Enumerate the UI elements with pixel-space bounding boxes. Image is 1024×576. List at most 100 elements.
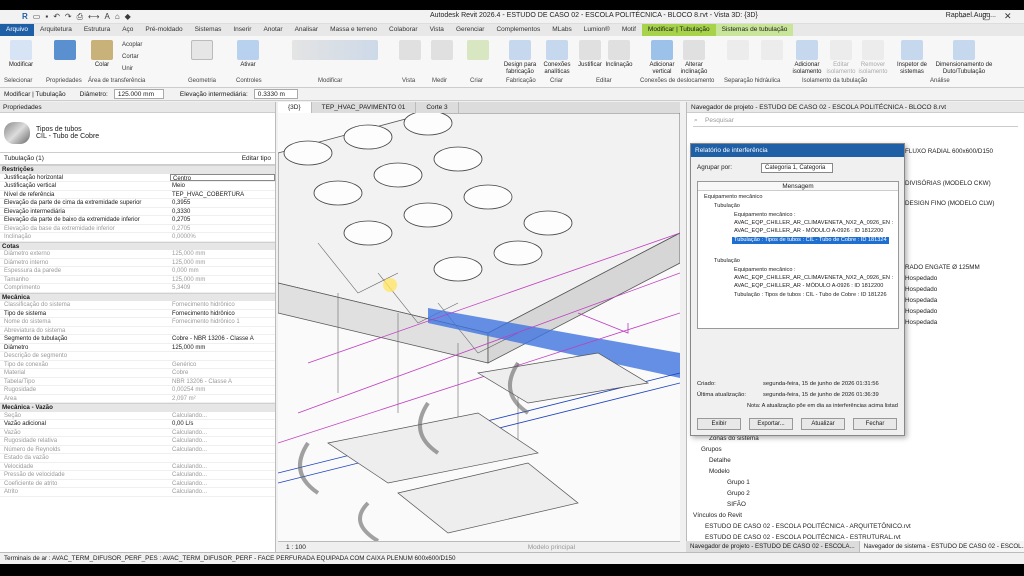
tab-architecture[interactable]: Arquitetura (34, 24, 78, 36)
property-row[interactable]: Justificação vertical Meio (0, 182, 275, 191)
tree-node[interactable]: Equipamento mecânico : (734, 212, 796, 219)
property-row[interactable]: Elevação intermediária 0,3330 (0, 208, 275, 216)
tab-annotate[interactable]: Anotar (257, 24, 288, 36)
tab-systems[interactable]: Sistemas (189, 24, 228, 36)
print-icon[interactable]: ⎙ (77, 12, 83, 22)
modify-button[interactable]: Modificar (6, 40, 36, 69)
tab-precast[interactable]: Pré-moldado (139, 24, 188, 36)
property-value[interactable]: TEP_HVAC_COBERTURA (170, 191, 275, 199)
export-button[interactable]: Exportar... (749, 418, 793, 430)
property-value[interactable]: 0,3330 (170, 208, 275, 216)
close-button[interactable]: Fechar (853, 418, 897, 430)
property-row[interactable]: Elevação da parte de baixo da extremidad… (0, 216, 275, 225)
slope-button[interactable]: Inclinação (604, 40, 634, 69)
tree-item[interactable]: Detalhe (709, 457, 731, 464)
tree-node[interactable]: Equipamento mecânico (704, 194, 762, 201)
property-value[interactable]: 0,3955 (170, 199, 275, 207)
property-section-header[interactable]: Mecânica (0, 292, 275, 301)
tree-node[interactable]: Tubulação : Tipos de tubos : CIL - Tubo … (734, 292, 887, 299)
measure-tools[interactable] (430, 40, 454, 62)
group-select[interactable]: Selecionar (4, 78, 32, 84)
text-icon[interactable]: A (104, 12, 109, 21)
redo-icon[interactable]: ↷ (65, 12, 72, 21)
property-section-header[interactable]: Cotas (0, 241, 275, 250)
tree-item[interactable]: Grupo 1 (727, 479, 750, 486)
tree-item[interactable]: Hospedado (905, 308, 937, 315)
tab-analyze[interactable]: Analisar (289, 24, 324, 36)
property-value[interactable]: Meio (170, 182, 275, 190)
tree-item[interactable]: Hospedado (905, 275, 937, 282)
edit-type-button[interactable]: Editar tipo (242, 155, 271, 162)
paste-button[interactable]: Colar (90, 40, 114, 69)
property-value[interactable]: Fornecimento hidrônico (170, 310, 275, 318)
minimize-icon[interactable]: – (960, 11, 965, 21)
tree-node[interactable]: Equipamento mecânico : (734, 267, 796, 274)
open-icon[interactable]: ▭ (33, 12, 41, 21)
tab-mlabs[interactable]: MLabs (546, 24, 578, 36)
add-insulation-button[interactable]: Adicionar isolamento (790, 40, 824, 76)
tab-floor-plan[interactable]: TEP_HVAC_PAVIMENTO 01 (312, 102, 417, 113)
cut-button[interactable]: Cortar (122, 54, 139, 60)
modify-tools[interactable] (290, 40, 380, 62)
property-row[interactable]: Vazão adicional 0,00 L/s (0, 420, 275, 429)
tab-motif[interactable]: Motif (616, 24, 642, 36)
3d-view-icon[interactable]: ⌂ (115, 12, 120, 21)
activate-button[interactable]: Ativar (234, 40, 262, 69)
join-button[interactable]: Unir (122, 66, 133, 72)
tree-item[interactable]: Hospedado (905, 286, 937, 293)
property-row[interactable]: Segmento de tubulação Cobre - NBR 13206 -… (0, 335, 275, 344)
save-icon[interactable]: ▪ (45, 12, 48, 21)
property-row[interactable]: Nível de referência TEP_HVAC_COBERTURA (0, 191, 275, 199)
tab-manage[interactable]: Gerenciar (450, 24, 491, 36)
tree-item[interactable]: Grupo 2 (727, 490, 750, 497)
measure-icon[interactable]: ⟷ (88, 12, 99, 21)
browser-search[interactable]: ⌕ Pesquisar (693, 117, 1018, 127)
tab-collaborate[interactable]: Colaborar (383, 24, 424, 36)
tree-item[interactable]: Hospedada (905, 297, 937, 304)
undo-icon[interactable]: ↶ (53, 12, 60, 21)
tree-item[interactable]: DESIGN FINO (MODELO CLW) (905, 200, 994, 207)
tree-item[interactable]: RADO ENGATE Ø 125MM (905, 264, 980, 271)
show-button[interactable]: Exibir (697, 418, 741, 430)
tab-view[interactable]: Vista (424, 24, 450, 36)
property-row[interactable]: Justificação horizontal Centro (0, 173, 275, 182)
tree-item[interactable]: Modelo (709, 468, 730, 475)
tree-item[interactable]: Vínculos do Revit (693, 512, 742, 519)
type-selector[interactable]: Tipos de tubos CIL - Tubo de Cobre (0, 113, 275, 153)
tree-item[interactable]: FLUXO RADIAL 600x600/D150 (905, 148, 993, 155)
property-row[interactable]: Elevação da parte de cima da extremidade… (0, 199, 275, 208)
property-section-header[interactable]: Restrições (0, 165, 275, 174)
add-vertical-button[interactable]: Adicionar vertical (646, 40, 678, 76)
tab-3d-view[interactable]: {3D} (278, 102, 312, 113)
tab-massing[interactable]: Massa e terreno (324, 24, 383, 36)
maximize-icon[interactable]: ▢ (982, 11, 991, 22)
tree-item[interactable]: Grupos (701, 446, 722, 453)
revit-logo-icon[interactable]: R (22, 12, 28, 21)
tab-file[interactable]: Arquivo (0, 24, 35, 36)
tab-addins[interactable]: Complementos (490, 24, 546, 36)
elevation-field[interactable]: 0.3330 m (253, 89, 298, 99)
tree-item[interactable]: DIVISÓRIAS (MODELO CKW) (905, 180, 991, 187)
property-value[interactable]: 125,000 mm (170, 344, 275, 352)
section-icon[interactable]: ◆ (125, 12, 131, 21)
tree-node[interactable]: AVAC_EQP_CHILLER_AR_CLIMAVENETA_NX2_A_09… (734, 275, 893, 282)
property-value[interactable]: Centro (170, 173, 275, 181)
group-by-select[interactable]: Categoria 1, Categoria (761, 163, 833, 173)
tab-steel[interactable]: Aço (116, 24, 139, 36)
justify-button[interactable]: Justificar (576, 40, 604, 69)
instance-filter[interactable]: Tubulação (1) Editar tipo (0, 153, 275, 165)
tree-node-selected[interactable]: Tubulação : Tipos de tubos : CIL - Tubo … (732, 237, 889, 244)
copy-button[interactable]: Acoplar (122, 42, 142, 48)
tab-structure[interactable]: Estrutura (78, 24, 116, 36)
properties-button[interactable] (52, 40, 78, 62)
tab-section[interactable]: Corte 3 (416, 102, 459, 113)
tab-system-browser[interactable]: Navegador de sistema - ESTUDO DE CASO 02… (859, 541, 1024, 552)
system-inspector-button[interactable]: Inspetor de sistemas (894, 40, 930, 76)
tree-node[interactable]: Tubulação (714, 203, 740, 210)
property-row[interactable]: Diâmetro 125,000 mm (0, 344, 275, 352)
property-value[interactable]: Cobre - NBR 13206 - Classe A (170, 335, 275, 343)
tree-node[interactable]: AVAC_EQP_CHILLER_AR - MÓDULO A-0926 : ID… (734, 283, 883, 290)
sizing-button[interactable]: Dimensionamento de Duto/Tubulação (932, 40, 996, 76)
close-icon[interactable]: ✕ (1004, 11, 1012, 22)
tree-node[interactable]: AVAC_EQP_CHILLER_AR - MÓDULO A-0926 : ID… (734, 228, 883, 235)
